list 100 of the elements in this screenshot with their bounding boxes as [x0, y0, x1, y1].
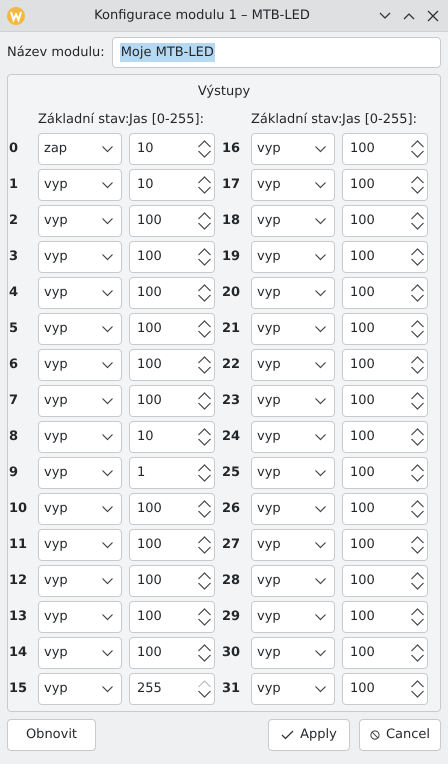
module-name-field[interactable]: Moje MTB-LED — [112, 37, 441, 68]
output-number: 12 — [9, 572, 28, 590]
caret-icon — [315, 542, 326, 548]
brightness-spinbox[interactable]: 100 — [342, 313, 428, 345]
state-dropdown[interactable]: vyp — [251, 421, 335, 453]
caret-icon — [102, 218, 113, 224]
brightness-spinbox[interactable]: 1 — [129, 457, 215, 489]
output-number: 14 — [9, 644, 28, 662]
brightness-spinbox[interactable]: 100 — [129, 529, 215, 561]
state-dropdown[interactable]: vyp — [251, 493, 335, 525]
brightness-spinbox[interactable]: 100 — [342, 277, 428, 309]
output-number: 27 — [222, 536, 240, 554]
brightness-spinbox[interactable]: 100 — [342, 205, 428, 237]
brightness-spinbox[interactable]: 10 — [129, 421, 215, 453]
brightness-spinbox[interactable]: 100 — [129, 637, 215, 669]
state-dropdown[interactable]: vyp — [251, 637, 335, 669]
state-dropdown[interactable]: vyp — [38, 673, 122, 705]
brightness-spinbox[interactable]: 100 — [342, 349, 428, 381]
brightness-spinbox[interactable]: 100 — [342, 601, 428, 633]
apply-button[interactable]: Apply — [268, 719, 350, 751]
state-dropdown[interactable]: vyp — [251, 349, 335, 381]
state-dropdown[interactable]: vyp — [38, 565, 122, 597]
brightness-spinbox[interactable]: 100 — [129, 565, 215, 597]
caret-icon — [315, 686, 326, 692]
state-dropdown[interactable]: vyp — [38, 349, 122, 381]
state-dropdown[interactable]: vyp — [38, 637, 122, 669]
output-number: 25 — [222, 464, 240, 482]
caret-icon — [315, 434, 326, 440]
state-dropdown[interactable]: vyp — [38, 421, 122, 453]
output-number: 2 — [9, 212, 18, 230]
brightness-spinbox[interactable]: 100 — [342, 385, 428, 417]
brightness-spinbox[interactable]: 100 — [129, 349, 215, 381]
brightness-spinbox[interactable]: 100 — [129, 601, 215, 633]
caret-icon — [315, 578, 326, 584]
reset-button[interactable]: Obnovit — [7, 719, 96, 751]
state-dropdown[interactable]: vyp — [38, 529, 122, 561]
cancel-button[interactable]: Cancel — [359, 719, 441, 751]
brightness-spinbox[interactable]: 100 — [342, 169, 428, 201]
state-dropdown[interactable]: vyp — [38, 205, 122, 237]
state-dropdown[interactable]: vyp — [251, 205, 335, 237]
caret-icon — [102, 434, 113, 440]
caret-icon — [315, 614, 326, 620]
state-dropdown[interactable]: vyp — [251, 565, 335, 597]
state-dropdown[interactable]: vyp — [38, 457, 122, 489]
brightness-spinbox[interactable]: 100 — [342, 565, 428, 597]
brightness-spinbox[interactable]: 100 — [342, 421, 428, 453]
caret-icon — [315, 182, 326, 188]
state-dropdown[interactable]: vyp — [251, 457, 335, 489]
output-number: 30 — [222, 644, 240, 662]
caret-icon — [315, 506, 326, 512]
output-number: 6 — [9, 356, 18, 374]
state-dropdown[interactable]: vyp — [251, 673, 335, 705]
brightness-spinbox[interactable]: 100 — [342, 637, 428, 669]
state-dropdown[interactable]: vyp — [251, 169, 335, 201]
brightness-spinbox[interactable]: 100 — [129, 385, 215, 417]
brightness-spinbox[interactable]: 100 — [129, 277, 215, 309]
brightness-spinbox[interactable]: 100 — [342, 673, 428, 705]
brightness-spinbox[interactable]: 10 — [129, 169, 215, 201]
brightness-spinbox[interactable]: 100 — [129, 241, 215, 273]
state-dropdown[interactable]: vyp — [38, 313, 122, 345]
state-dropdown[interactable]: vyp — [38, 277, 122, 309]
output-number: 16 — [222, 140, 240, 158]
state-dropdown[interactable]: vyp — [251, 313, 335, 345]
state-dropdown[interactable]: vyp — [38, 241, 122, 273]
cancel-icon — [370, 728, 380, 742]
output-number: 13 — [9, 608, 28, 626]
brightness-spinbox[interactable]: 100 — [129, 493, 215, 525]
output-number: 28 — [222, 572, 240, 590]
state-dropdown[interactable]: vyp — [38, 601, 122, 633]
output-number: 7 — [9, 392, 18, 410]
state-dropdown[interactable]: vyp — [38, 169, 122, 201]
brightness-spinbox[interactable]: 10 — [129, 133, 215, 165]
state-dropdown[interactable]: zap — [38, 133, 122, 165]
brightness-spinbox[interactable]: 100 — [342, 457, 428, 489]
output-number: 29 — [222, 608, 240, 626]
state-dropdown[interactable]: vyp — [251, 601, 335, 633]
state-dropdown[interactable]: vyp — [251, 133, 335, 165]
output-number: 22 — [222, 356, 240, 374]
caret-icon — [315, 254, 326, 260]
brightness-spinbox[interactable]: 100 — [342, 493, 428, 525]
state-dropdown[interactable]: vyp — [251, 241, 335, 273]
state-dropdown[interactable]: vyp — [251, 385, 335, 417]
state-dropdown[interactable]: vyp — [251, 529, 335, 561]
state-dropdown[interactable]: vyp — [251, 277, 335, 309]
output-number: 1 — [9, 176, 18, 194]
state-dropdown[interactable]: vyp — [38, 493, 122, 525]
brightness-spinbox[interactable]: 100 — [129, 205, 215, 237]
caret-icon — [102, 506, 113, 512]
output-number: 21 — [222, 320, 240, 338]
output-number: 31 — [222, 680, 240, 698]
brightness-spinbox[interactable]: 100 — [342, 133, 428, 165]
close-icon[interactable] — [426, 8, 440, 22]
brightness-spinbox[interactable]: 255 — [129, 673, 215, 705]
brightness-spinbox[interactable]: 100 — [342, 241, 428, 273]
brightness-spinbox[interactable]: 100 — [129, 313, 215, 345]
caret-icon — [102, 326, 113, 332]
state-dropdown[interactable]: vyp — [38, 385, 122, 417]
caret-icon — [102, 578, 113, 584]
brightness-spinbox[interactable]: 100 — [342, 529, 428, 561]
caret-icon — [315, 290, 326, 296]
